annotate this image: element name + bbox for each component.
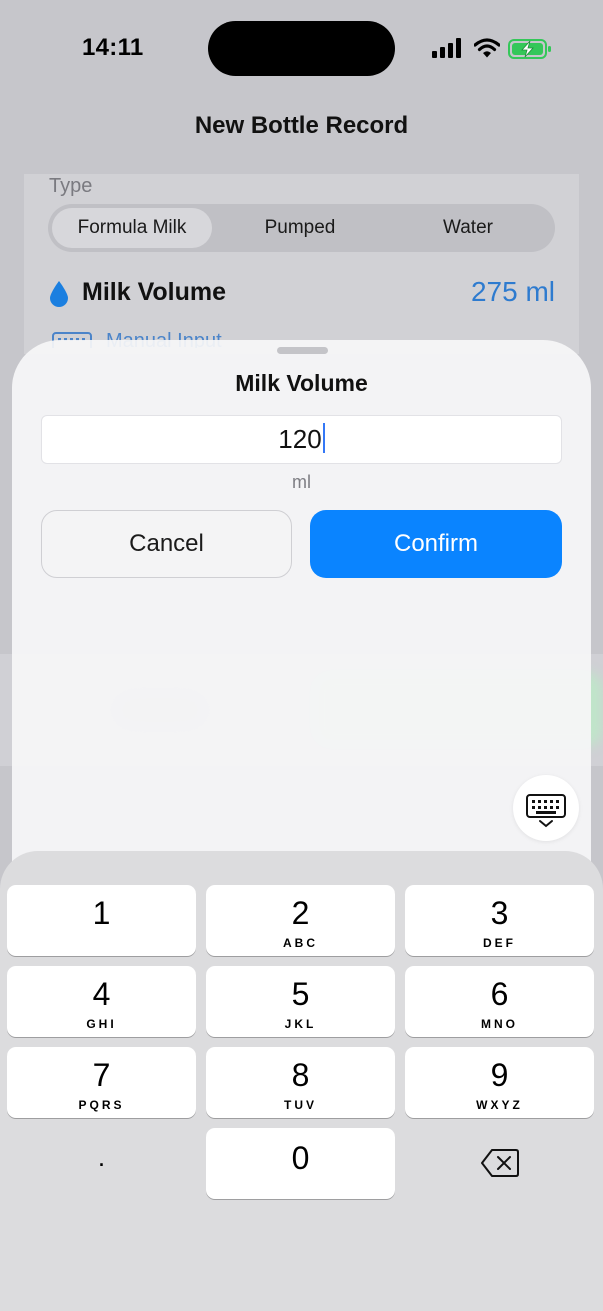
keyboard-icon [526, 794, 566, 828]
unit-label: ml [292, 472, 311, 492]
wifi-icon [474, 38, 500, 58]
key-decimal-label: . [97, 1142, 106, 1172]
battery-charging-icon [508, 39, 551, 59]
milk-volume-value: 275 ml [470, 276, 555, 307]
key-letters: WXYZ [476, 1098, 523, 1112]
key-digit: 2 [291, 895, 310, 931]
key-decimal[interactable]: . [7, 1128, 196, 1199]
key-digit: 6 [490, 976, 509, 1012]
delete-backspace-icon [481, 1149, 519, 1177]
key-letters: ABC [283, 936, 318, 950]
delete-key[interactable] [405, 1128, 594, 1199]
volume-input-field[interactable]: 120 [41, 415, 562, 464]
status-bar: 14:11 [0, 0, 603, 96]
key-8[interactable]: 8 TUV [206, 1047, 395, 1118]
key-9[interactable]: 9 WXYZ [405, 1047, 594, 1118]
key-3[interactable]: 3 DEF [405, 885, 594, 956]
confirm-button[interactable]: Confirm [310, 510, 562, 578]
dynamic-island [208, 21, 395, 76]
segment-formula-milk[interactable]: Formula Milk [52, 208, 212, 248]
key-digit: 9 [490, 1057, 509, 1093]
key-digit: 0 [291, 1140, 310, 1176]
key-letters: PQRS [78, 1098, 125, 1112]
key-4[interactable]: 4 GHI [7, 966, 196, 1037]
key-letters: GHI [86, 1017, 117, 1031]
key-letters: TUV [284, 1098, 317, 1112]
key-7[interactable]: 7 PQRS [7, 1047, 196, 1118]
status-time: 14:11 [82, 34, 144, 61]
form-card [24, 174, 579, 354]
key-6[interactable]: 6 MNO [405, 966, 594, 1037]
type-segmented-control: Formula Milk Pumped Water [48, 204, 555, 252]
key-0[interactable]: 0 [206, 1128, 395, 1199]
key-2[interactable]: 2 ABC [206, 885, 395, 956]
water-drop-icon [50, 281, 68, 307]
status-icons [432, 38, 552, 60]
type-label: Type [49, 175, 93, 197]
key-digit: 1 [92, 895, 111, 931]
milk-volume-label: Milk Volume [82, 278, 227, 306]
milk-volume-row[interactable]: Milk Volume 275 ml [48, 276, 555, 312]
segment-pumped[interactable]: Pumped [216, 208, 384, 248]
cellular-signal-icon [432, 38, 461, 58]
text-cursor [322, 423, 325, 453]
page-title: New Bottle Record [194, 112, 409, 139]
sheet-title: Milk Volume [235, 370, 368, 396]
key-digit: 8 [291, 1057, 310, 1093]
key-1[interactable]: 1 [7, 885, 196, 956]
numeric-keyboard: 1 2 ABC 3 DEF 4 GHI 5 JKL 6 MNO 7 PQRS 8… [0, 851, 603, 1311]
key-letters: JKL [284, 1017, 317, 1031]
key-digit: 4 [92, 976, 111, 1012]
key-5[interactable]: 5 JKL [206, 966, 395, 1037]
segment-water[interactable]: Water [384, 208, 552, 248]
key-letters: DEF [483, 936, 516, 950]
cancel-button[interactable]: Cancel [41, 510, 292, 578]
key-digit: 3 [490, 895, 509, 931]
key-digit: 5 [291, 976, 310, 1012]
volume-input-value: 120 [278, 424, 322, 454]
key-digit: 7 [92, 1057, 111, 1093]
keyboard-toggle-button[interactable] [513, 775, 579, 841]
key-letters: MNO [481, 1017, 518, 1031]
sheet-grabber[interactable] [277, 347, 328, 354]
